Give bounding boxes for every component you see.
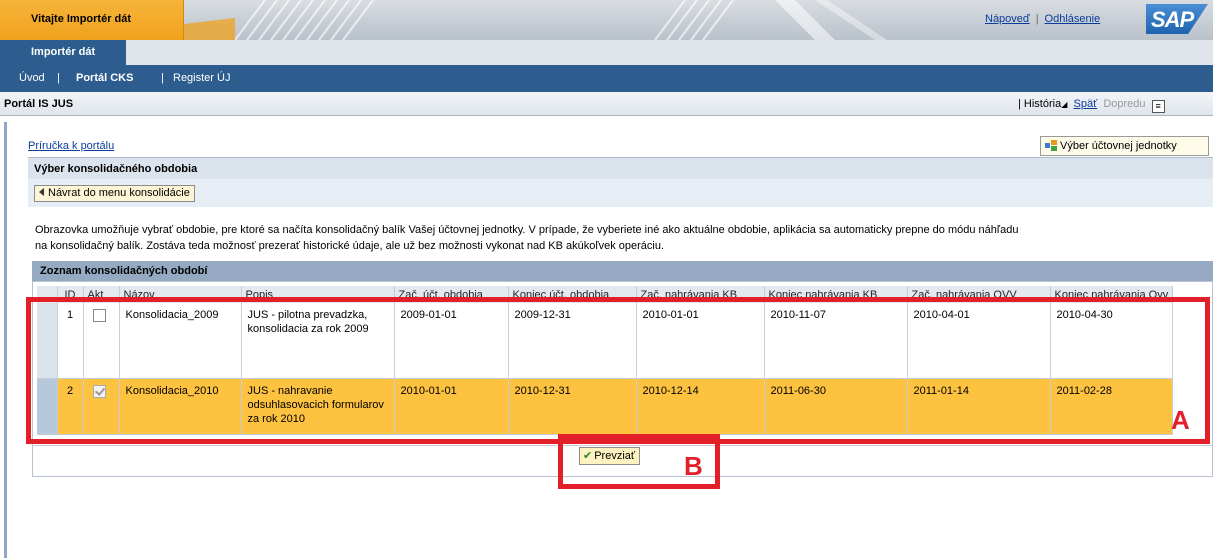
page-title: Portál IS JUS	[4, 98, 74, 110]
subnav-separator: |	[57, 72, 60, 84]
back-to-menu-button[interactable]: Návrat do menu konsolidácie	[34, 185, 195, 202]
panel-header: Výber konsolidačného obdobia	[28, 157, 1213, 179]
tab-bar	[0, 40, 1213, 65]
top-links: Nápoveď | Odhlásenie	[985, 13, 1100, 25]
back-link[interactable]: Späť	[1074, 98, 1098, 110]
back-to-menu-label: Návrat do menu konsolidácie	[48, 187, 190, 199]
nav-left-fill	[0, 40, 19, 92]
subnav-item-register[interactable]: Register ÚJ	[173, 72, 230, 84]
select-unit-button[interactable]: Výber účtovnej jednotky	[1040, 136, 1209, 156]
back-arrow-icon	[39, 188, 44, 196]
history-dropdown-icon[interactable]: ◢	[1061, 100, 1067, 109]
portal-manual-link[interactable]: Príručka k portálu	[28, 140, 114, 152]
forward-link[interactable]: Dopredu	[1103, 98, 1145, 110]
page-menu-icon[interactable]: ≡	[1151, 100, 1165, 113]
masthead: Vitajte Importér dát Nápoveď | Odhlásenie …	[0, 0, 1213, 40]
select-unit-label: Výber účtovnej jednotky	[1060, 140, 1177, 152]
info-text: Obrazovka umožňuje vybrať obdobie, pre k…	[35, 222, 1205, 254]
link-separator: |	[1035, 13, 1039, 25]
back-toolbar: Návrat do menu konsolidácie	[28, 179, 1213, 207]
tab-importer[interactable]: Importér dát	[19, 40, 126, 65]
info-line-2: na konsolidačný balík. Zostáva teda možn…	[35, 240, 665, 252]
subnav-separator: |	[161, 72, 164, 84]
page-title-bar: Portál IS JUS | História◢ Späť Dopredu ≡	[0, 92, 1213, 116]
annotation-label-a: A	[1171, 405, 1190, 435]
list-title: Zoznam konsolidačných období	[40, 265, 208, 277]
history-menu[interactable]: História	[1024, 98, 1061, 110]
help-link[interactable]: Nápoveď	[985, 13, 1030, 25]
list-header: Zoznam konsolidačných období	[32, 261, 1213, 281]
sap-logo: SAP	[1146, 4, 1208, 34]
masthead-decoration	[175, 0, 887, 40]
welcome-banner: Vitajte Importér dát	[0, 0, 184, 40]
sap-logo-text: SAP	[1151, 7, 1194, 32]
logout-link[interactable]: Odhlásenie	[1045, 13, 1101, 25]
tab-importer-label: Importér dát	[31, 46, 96, 58]
subnav-item-portal-cks[interactable]: Portál CKS	[76, 72, 133, 84]
annotation-label-b: B	[684, 451, 703, 481]
left-accent-bar	[4, 122, 7, 558]
welcome-text: Vitajte Importér dát	[31, 13, 132, 25]
unit-icon	[1045, 140, 1057, 151]
subnav-item-uvod[interactable]: Úvod	[19, 72, 45, 84]
history-nav: | História◢ Späť Dopredu ≡	[1018, 98, 1165, 113]
annotation-box-a	[26, 297, 1210, 444]
info-line-1: Obrazovka umožňuje vybrať obdobie, pre k…	[35, 224, 1019, 236]
panel-title: Výber konsolidačného obdobia	[34, 163, 198, 175]
sub-navigation: Úvod | Portál CKS | Register ÚJ	[19, 65, 1213, 92]
